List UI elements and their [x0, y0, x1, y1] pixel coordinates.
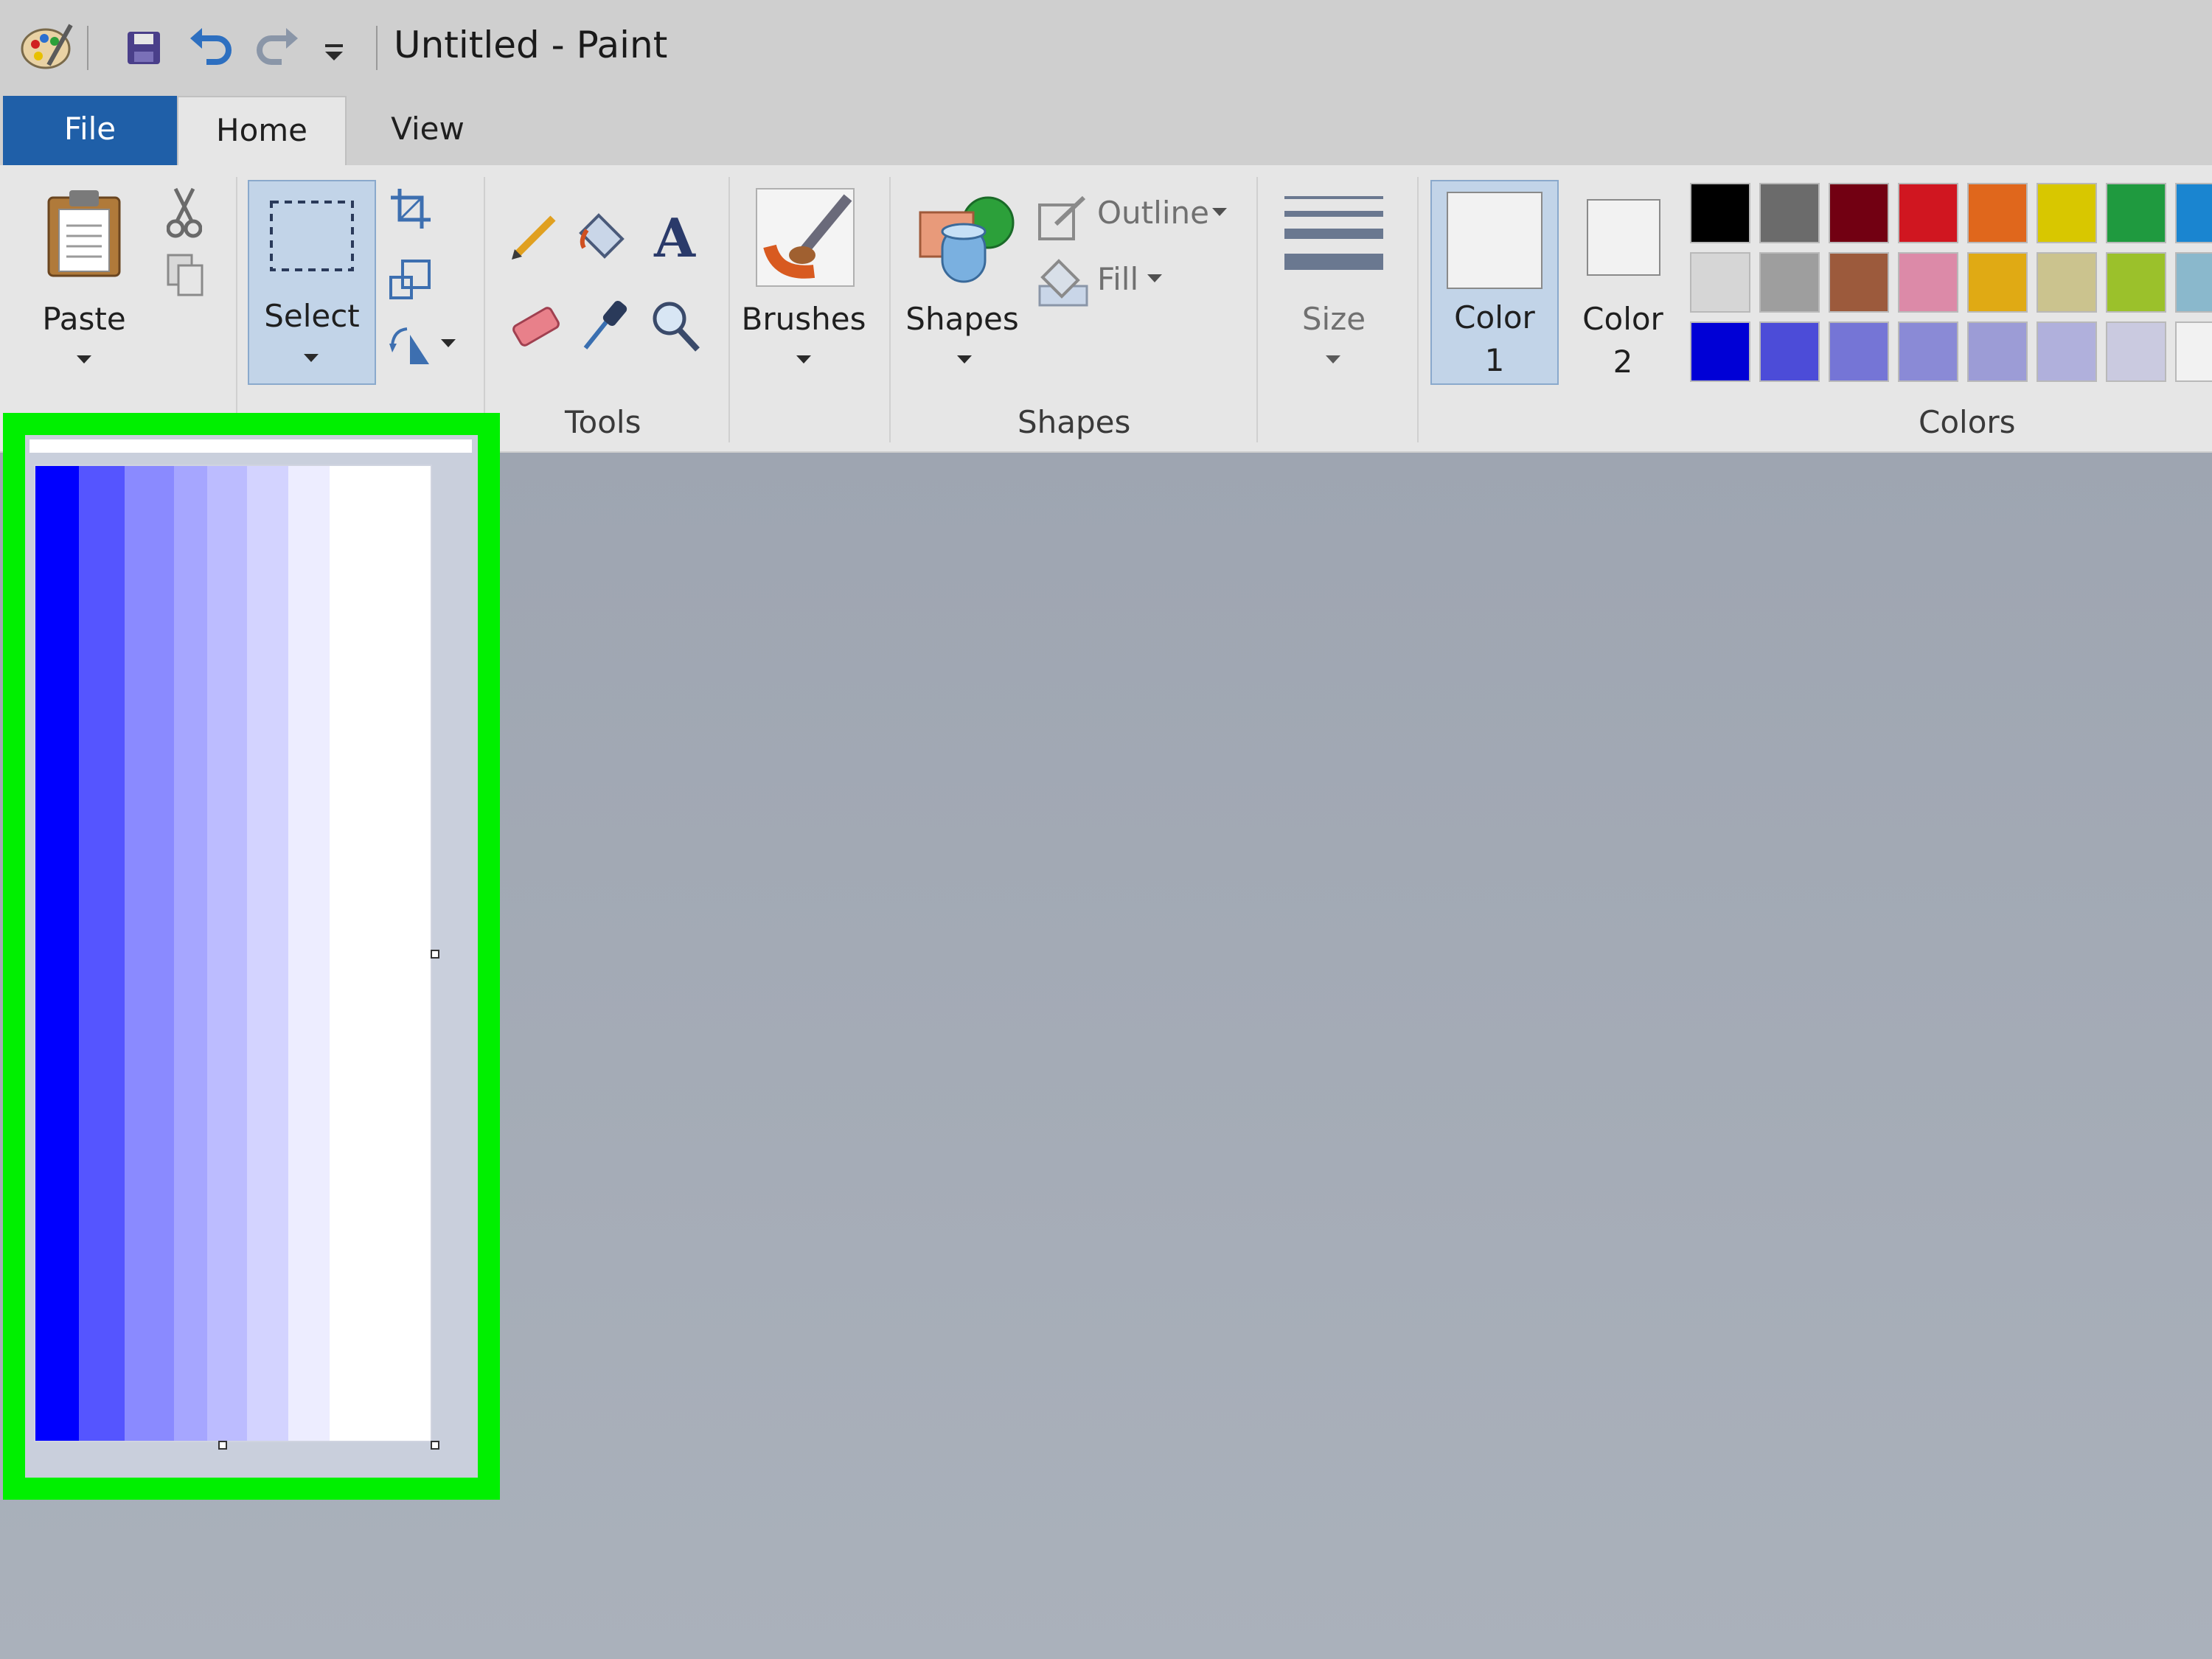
palette-swatch[interactable]: [1898, 183, 1958, 243]
color1-button[interactable]: Color 1: [1430, 180, 1559, 385]
palette-swatch[interactable]: [1690, 321, 1750, 382]
ribbon-home: Paste Select A Tools Brushes Shapes Outl…: [0, 165, 2212, 453]
paint-app-icon[interactable]: [19, 21, 74, 72]
rotate-icon[interactable]: [388, 323, 435, 367]
palette-swatch[interactable]: [2037, 252, 2097, 313]
shapes-dropdown-icon[interactable]: [957, 355, 972, 364]
canvas-color-stripe: [246, 466, 288, 1441]
paste-dropdown-icon[interactable]: [77, 355, 91, 364]
palette-swatch[interactable]: [1759, 252, 1820, 313]
drawing-canvas[interactable]: [34, 465, 432, 1442]
canvas-color-stripe: [173, 466, 208, 1441]
palette-swatch[interactable]: [2106, 252, 2166, 313]
magnifier-icon[interactable]: [649, 298, 702, 354]
resize-handle-corner[interactable]: [431, 1441, 439, 1450]
color1-number: 1: [1484, 342, 1505, 378]
window-title: Untitled - Paint: [394, 24, 668, 66]
palette-swatch[interactable]: [1898, 252, 1958, 313]
save-icon[interactable]: [125, 29, 162, 66]
palette-swatch[interactable]: [1829, 252, 1889, 313]
shapes-group-label: Shapes: [1018, 404, 1131, 440]
resize-handle-right[interactable]: [431, 950, 439, 959]
size-button[interactable]: Size: [1271, 301, 1397, 337]
canvas-color-stripe: [207, 466, 247, 1441]
palette-swatch[interactable]: [1759, 321, 1820, 382]
select-rectangle-icon: [270, 201, 354, 271]
tab-home[interactable]: Home: [177, 96, 347, 165]
palette-swatch[interactable]: [2106, 183, 2166, 243]
shapes-icon[interactable]: [917, 190, 1015, 286]
color2-number: 2: [1613, 344, 1633, 380]
color2-swatch: [1587, 199, 1660, 276]
color1-label: Color: [1454, 299, 1535, 335]
customize-toolbar-dropdown-icon[interactable]: [323, 41, 345, 63]
resize-icon[interactable]: [389, 258, 432, 301]
palette-swatch[interactable]: [1829, 183, 1889, 243]
text-tool-icon[interactable]: A: [649, 208, 700, 264]
eraser-icon[interactable]: [509, 304, 563, 349]
ribbon-tab-bar: File Home View: [0, 96, 2212, 165]
palette-swatch[interactable]: [1967, 252, 2028, 313]
outline-icon[interactable]: [1037, 195, 1088, 242]
palette-swatch[interactable]: [2037, 321, 2097, 382]
palette-swatch[interactable]: [2106, 321, 2166, 382]
copy-icon[interactable]: [165, 252, 205, 298]
select-button[interactable]: Select: [248, 180, 376, 385]
outline-button[interactable]: Outline: [1097, 195, 1209, 231]
brushes-button[interactable]: Brushes: [737, 301, 870, 337]
resize-handle-bottom[interactable]: [218, 1441, 227, 1450]
fill-with-color-icon[interactable]: [577, 208, 633, 264]
palette-swatch[interactable]: [1759, 183, 1820, 243]
tab-file[interactable]: File: [3, 96, 177, 165]
color1-swatch: [1447, 192, 1543, 289]
palette-swatch[interactable]: [2175, 183, 2212, 243]
rotate-dropdown-icon[interactable]: [441, 339, 456, 347]
canvas-color-stripe: [124, 466, 174, 1441]
paste-icon[interactable]: [44, 187, 124, 279]
canvas-color-stripe: [288, 466, 330, 1441]
redo-icon[interactable]: [254, 25, 299, 69]
outline-dropdown-icon[interactable]: [1212, 208, 1227, 216]
canvas-top-edge: [29, 439, 472, 453]
palette-swatch[interactable]: [1829, 321, 1889, 382]
color2-label: Color: [1582, 301, 1663, 337]
select-dropdown-icon: [304, 354, 319, 362]
palette-swatch[interactable]: [2175, 252, 2212, 313]
canvas-color-stripe: [330, 466, 431, 1441]
colors-group-label: Colors: [1919, 404, 2016, 440]
fill-icon[interactable]: [1037, 257, 1090, 308]
select-label: Select: [264, 298, 360, 334]
palette-swatch[interactable]: [2175, 321, 2212, 382]
palette-swatch[interactable]: [1898, 321, 1958, 382]
crop-icon[interactable]: [389, 187, 432, 230]
color-picker-icon[interactable]: [580, 298, 628, 354]
cut-icon[interactable]: [167, 187, 202, 240]
palette-swatch[interactable]: [2037, 183, 2097, 243]
canvas-color-stripe: [78, 466, 125, 1441]
size-dropdown-icon[interactable]: [1326, 355, 1340, 364]
palette-swatch[interactable]: [1690, 252, 1750, 313]
svg-text:A: A: [653, 208, 696, 264]
brushes-icon[interactable]: [755, 187, 855, 288]
palette-swatch[interactable]: [1967, 321, 2028, 382]
title-bar: Untitled - Paint: [0, 0, 2212, 96]
brushes-dropdown-icon[interactable]: [796, 355, 811, 364]
fill-dropdown-icon[interactable]: [1147, 274, 1162, 282]
pencil-icon[interactable]: [509, 211, 560, 262]
tools-group-label: Tools: [565, 404, 641, 440]
paste-button[interactable]: Paste: [31, 301, 137, 337]
fill-button[interactable]: Fill: [1097, 261, 1138, 297]
tab-view[interactable]: View: [354, 96, 501, 165]
shapes-button[interactable]: Shapes: [900, 301, 1025, 337]
undo-icon[interactable]: [189, 25, 234, 69]
size-icon[interactable]: [1283, 192, 1385, 280]
canvas-color-stripe: [35, 466, 79, 1441]
palette-swatch[interactable]: [1967, 183, 2028, 243]
palette-swatch[interactable]: [1690, 183, 1750, 243]
